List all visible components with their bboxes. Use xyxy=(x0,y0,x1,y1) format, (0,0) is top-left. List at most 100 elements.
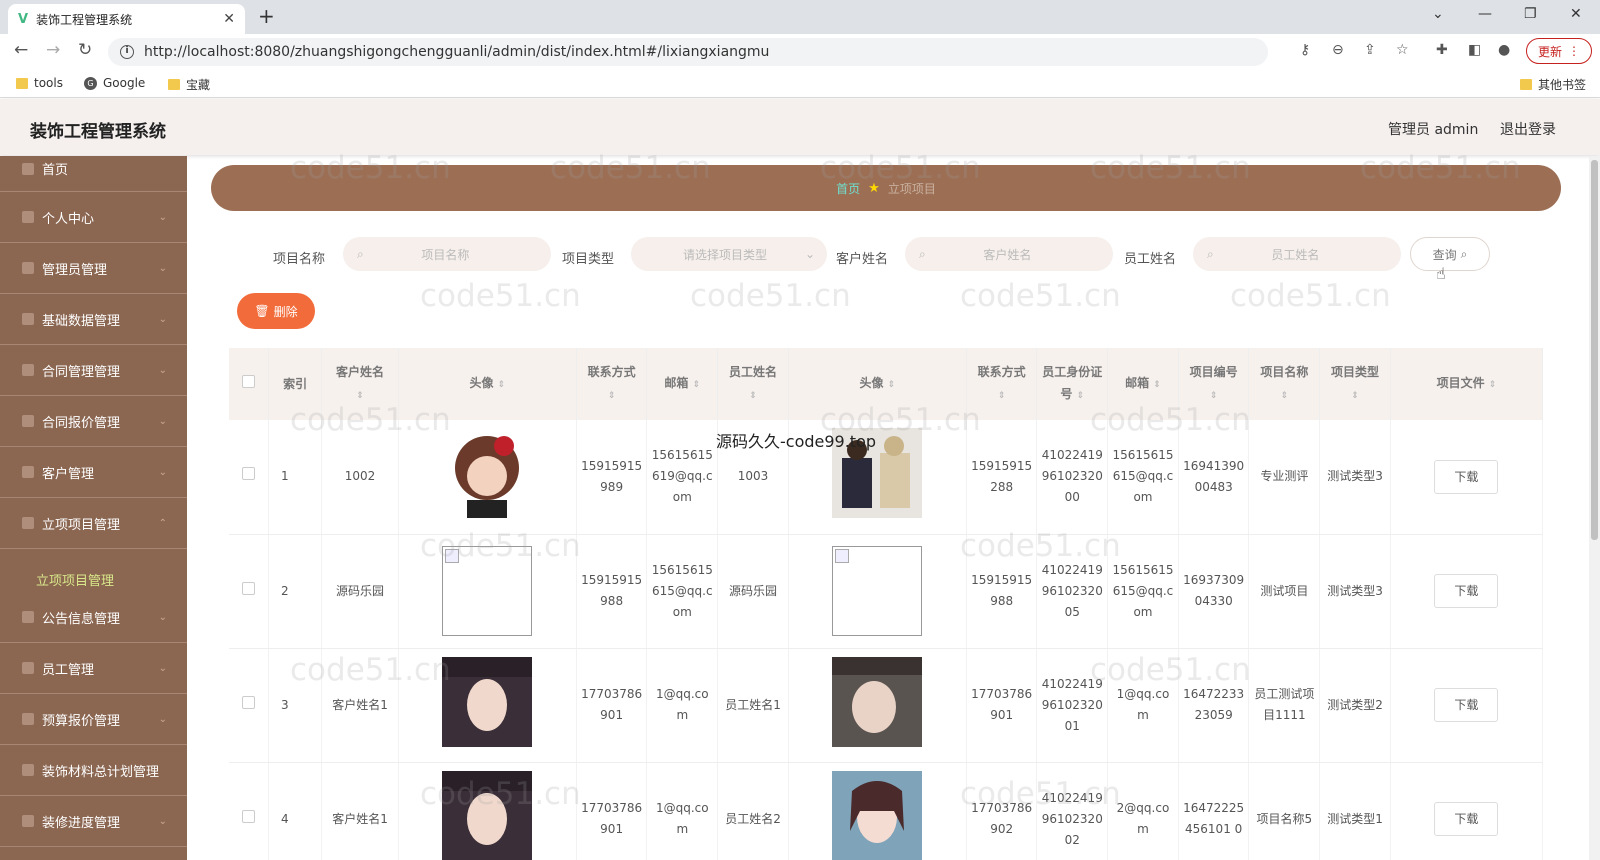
sort-icon[interactable]: ⇕ xyxy=(998,391,1006,401)
share-icon[interactable]: ⇪ xyxy=(1364,42,1376,58)
cell-customer-avatar[interactable] xyxy=(398,648,577,763)
cell-customer-avatar[interactable] xyxy=(398,762,577,860)
cell-customer-avatar[interactable] xyxy=(398,534,577,649)
col-header[interactable]: 联系方式 ⇕ xyxy=(966,348,1038,420)
sidebar-item-profile[interactable]: 个人中心 ⌄ xyxy=(0,192,187,243)
folder-icon xyxy=(16,77,28,89)
minimize-icon[interactable]: — xyxy=(1478,6,1492,22)
project-type-select[interactable]: 请选择项目类型 ⌄ xyxy=(631,237,827,271)
bookmark-baozang[interactable]: 宝藏 xyxy=(168,76,210,93)
other-bookmarks[interactable]: 其他书签 xyxy=(1520,76,1586,93)
employee-name-input[interactable]: ⌕ 员工姓名 xyxy=(1193,237,1401,271)
update-button[interactable]: 更新 ⋮ xyxy=(1526,38,1592,64)
sidebar-item-employees[interactable]: 员工管理 ⌄ xyxy=(0,643,187,694)
cell-employee-avatar[interactable] xyxy=(788,420,967,535)
sort-icon[interactable]: ⇕ xyxy=(1351,391,1359,401)
sidebar-item-contracts[interactable]: 合同管理管理 ⌄ xyxy=(0,345,187,396)
download-button[interactable]: 下载 xyxy=(1434,802,1499,836)
tab-search-icon[interactable]: ⌄ xyxy=(1432,6,1444,22)
breadcrumb-home[interactable]: 首页 xyxy=(836,180,860,197)
bookmark-star-icon[interactable]: ☆ xyxy=(1396,42,1409,58)
sidebar-item-materials[interactable]: 装饰材料总计划管理 xyxy=(0,745,187,796)
col-header[interactable]: 项目类型 ⇕ xyxy=(1319,348,1391,420)
browser-tab[interactable]: V 装饰工程管理系统 ✕ xyxy=(8,4,245,34)
cell-project-no: 1694139000483 xyxy=(1178,420,1250,535)
sort-icon[interactable]: ⇕ xyxy=(498,380,506,390)
row-checkbox[interactable] xyxy=(229,762,270,860)
forward-icon[interactable]: → xyxy=(46,40,60,60)
cell-employee-email: 2@qq.com xyxy=(1107,762,1179,860)
sort-icon[interactable]: ⇕ xyxy=(1077,391,1085,401)
sort-icon[interactable]: ⇕ xyxy=(608,391,616,401)
sort-icon[interactable]: ⇕ xyxy=(1281,391,1289,401)
close-tab-icon[interactable]: ✕ xyxy=(223,11,235,27)
col-header[interactable]: 项目文件 ⇕ xyxy=(1390,348,1544,420)
col-header[interactable]: 项目编号 ⇕ xyxy=(1178,348,1250,420)
row-checkbox[interactable] xyxy=(229,534,270,649)
broken-image-icon xyxy=(832,546,923,636)
col-header[interactable]: 项目名称 ⇕ xyxy=(1248,348,1321,420)
cell-employee-avatar[interactable] xyxy=(788,762,967,860)
row-checkbox[interactable] xyxy=(229,420,270,535)
sidebar-item-progress[interactable]: 装修进度管理 ⌄ xyxy=(0,796,187,847)
project-table: 索引 客户姓名 ⇕ 头像 ⇕ 联系方式 ⇕ 邮箱 ⇕ 员工姓名 ⇕ 头像 ⇕ 联系方式… xyxy=(229,348,1544,860)
sidebar-item-customers[interactable]: 客户管理 ⌄ xyxy=(0,447,187,498)
logout-link[interactable]: 退出登录 xyxy=(1500,119,1556,139)
side-panel-icon[interactable]: ◧ xyxy=(1468,42,1481,58)
col-header[interactable]: 索引 xyxy=(268,348,323,420)
download-button[interactable]: 下载 xyxy=(1434,688,1499,722)
sidebar-item-base-data[interactable]: 基础数据管理 ⌄ xyxy=(0,294,187,345)
col-header[interactable]: 客户姓名 ⇕ xyxy=(321,348,399,420)
sidebar-item-label: 公告信息管理 xyxy=(42,611,121,627)
zoom-icon[interactable]: ⊖ xyxy=(1332,42,1344,58)
close-window-icon[interactable]: ✕ xyxy=(1570,6,1582,22)
employee-avatar xyxy=(832,770,923,860)
col-header[interactable]: 头像 ⇕ xyxy=(398,348,577,420)
sort-icon[interactable]: ⇕ xyxy=(1489,380,1497,390)
col-header[interactable]: 联系方式 ⇕ xyxy=(576,348,648,420)
key-icon[interactable]: ⚷ xyxy=(1300,42,1310,58)
back-icon[interactable]: ← xyxy=(14,40,28,60)
sidebar-item-home[interactable]: 首页 xyxy=(0,146,187,192)
sort-icon[interactable]: ⇕ xyxy=(1153,380,1161,390)
project-name-input[interactable]: ⌕ 项目名称 xyxy=(343,237,551,271)
site-info-icon[interactable]: i xyxy=(120,45,134,59)
url-field[interactable]: i http://localhost:8080/zhuangshigongche… xyxy=(108,38,1268,66)
sort-icon[interactable]: ⇕ xyxy=(1210,391,1218,401)
scrollbar-thumb[interactable] xyxy=(1591,160,1598,540)
sidebar-item-projects[interactable]: 立项项目管理 ⌃ xyxy=(0,498,187,549)
sort-icon[interactable]: ⇕ xyxy=(749,391,757,401)
sort-icon[interactable]: ⇕ xyxy=(888,380,896,390)
download-button[interactable]: 下载 xyxy=(1434,574,1499,608)
reload-icon[interactable]: ↻ xyxy=(78,40,92,60)
select-all-checkbox[interactable] xyxy=(229,348,270,420)
sidebar-item-contract-quotes[interactable]: 合同报价管理 ⌄ xyxy=(0,396,187,447)
customer-name-input[interactable]: ⌕ 客户姓名 xyxy=(905,237,1113,271)
cell-employee-avatar[interactable] xyxy=(788,534,967,649)
maximize-icon[interactable]: ❐ xyxy=(1524,6,1537,22)
col-header[interactable]: 邮箱 ⇕ xyxy=(1107,348,1179,420)
col-header[interactable]: 员工姓名 ⇕ xyxy=(717,348,789,420)
profile-icon[interactable]: ● xyxy=(1498,42,1510,58)
extensions-icon[interactable]: ✚ xyxy=(1436,42,1448,58)
col-header[interactable]: 邮箱 ⇕ xyxy=(646,348,719,420)
row-checkbox[interactable] xyxy=(229,648,270,763)
sidebar-subitem-projects[interactable]: 立项项目管理 xyxy=(36,570,114,589)
delete-button[interactable]: 🗑 删除 xyxy=(237,293,315,329)
employee-name-label: 员工姓名 xyxy=(1124,252,1177,267)
col-header[interactable]: 头像 ⇕ xyxy=(788,348,967,420)
download-button[interactable]: 下载 xyxy=(1434,459,1499,494)
sidebar-item-notices[interactable]: 公告信息管理 ⌄ xyxy=(0,592,187,643)
new-tab-icon[interactable]: + xyxy=(258,4,275,28)
cell-employee-avatar[interactable] xyxy=(788,648,967,763)
sort-icon[interactable]: ⇕ xyxy=(356,391,364,401)
bookmark-google[interactable]: G Google xyxy=(84,76,145,90)
sidebar-item-admins[interactable]: 管理员管理 ⌄ xyxy=(0,243,187,294)
query-button[interactable]: 查询 ⌕ xyxy=(1410,237,1490,271)
sort-icon[interactable]: ⇕ xyxy=(693,380,701,390)
cell-project-no: 1693730904330 xyxy=(1178,534,1250,649)
bookmark-tools[interactable]: tools xyxy=(16,76,63,90)
col-header[interactable]: 员工身份证号 ⇕ xyxy=(1036,348,1109,420)
sidebar-item-budget[interactable]: 预算报价管理 ⌄ xyxy=(0,694,187,745)
cell-customer-avatar[interactable] xyxy=(398,420,577,535)
